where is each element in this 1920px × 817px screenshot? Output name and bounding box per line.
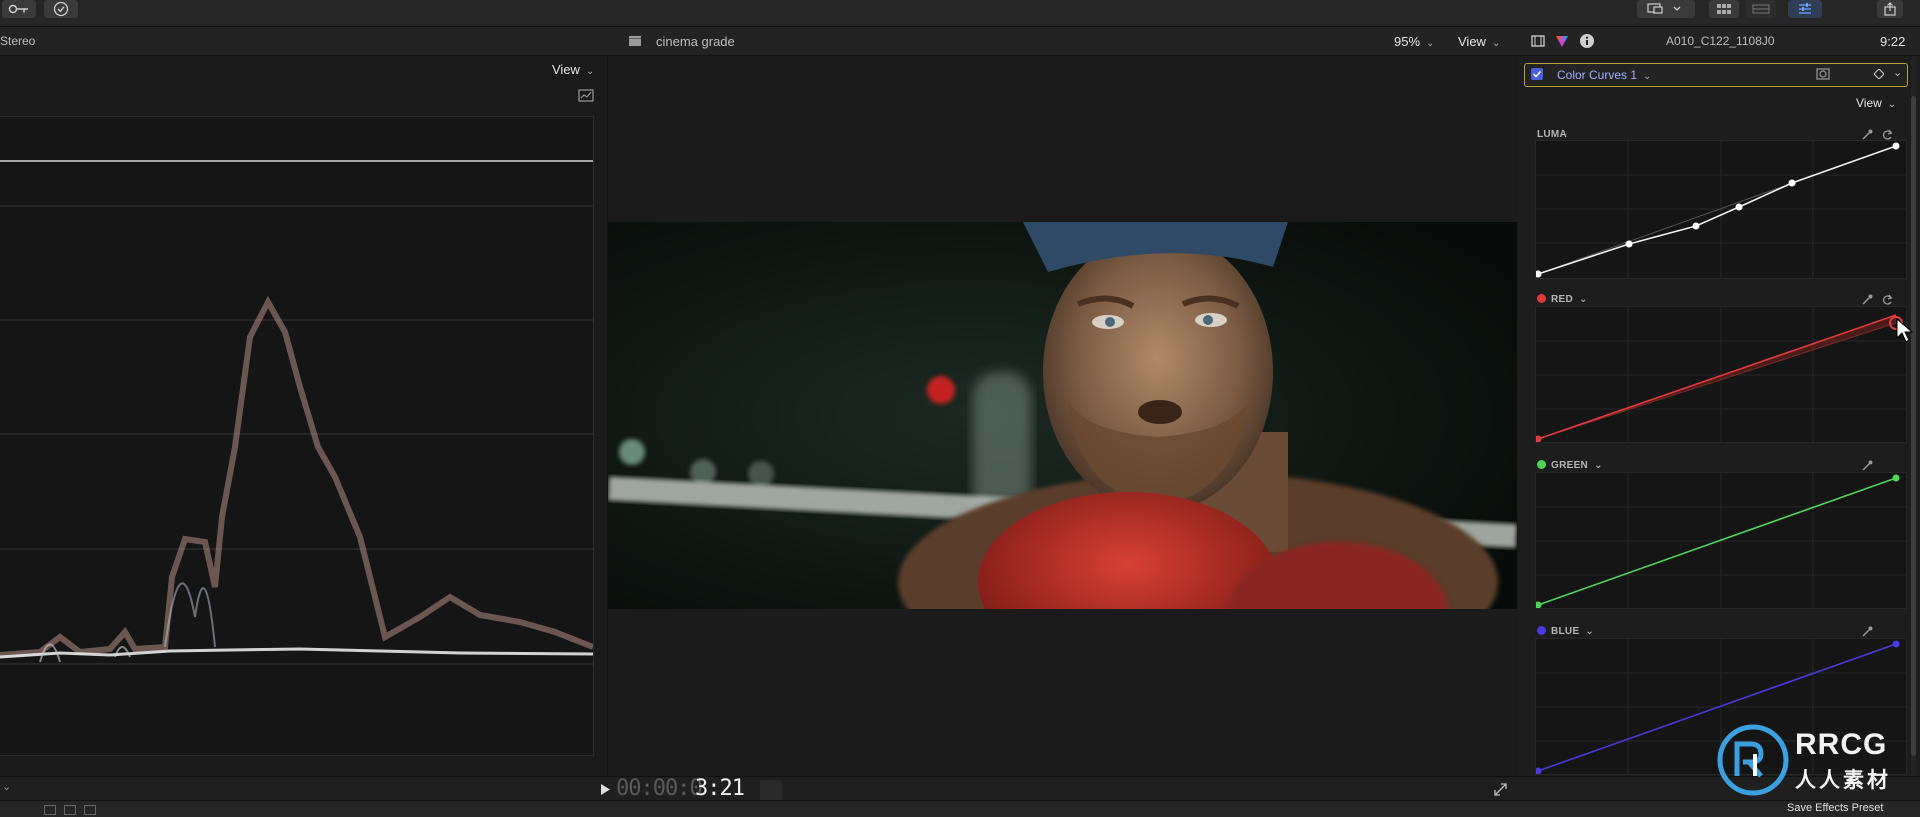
watermark-brand-cn: 人人素材	[1795, 769, 1891, 792]
eyedropper-icon[interactable]	[1861, 294, 1873, 306]
luma-curve-graph[interactable]	[1535, 140, 1907, 279]
effect-header[interactable]: Color Curves 1 ⌄ ⌄	[1524, 63, 1908, 87]
viewer-title: cinema grade	[656, 34, 735, 49]
keyword-editor-button[interactable]	[2, 0, 36, 18]
playhead-indicator	[760, 780, 782, 800]
eyedropper-icon[interactable]	[1861, 460, 1873, 472]
play-icon[interactable]	[600, 784, 610, 795]
scopes-view-menu[interactable]: View ⌄	[552, 62, 594, 77]
waveform-scope	[0, 116, 594, 756]
effect-enable-checkbox[interactable]	[1531, 68, 1543, 80]
fullscreen-icon[interactable]	[1494, 783, 1507, 796]
effect-name-menu[interactable]: Color Curves 1 ⌄	[1557, 68, 1651, 82]
green-curve	[1536, 473, 1906, 608]
browser-toggle-button[interactable]	[1709, 0, 1739, 18]
panel-header-row: Stereo cinema grade 95% ⌄ View ⌄ A010_C122…	[0, 27, 1920, 56]
watermark-brand: RRCG	[1795, 728, 1888, 761]
share-icon	[1884, 2, 1896, 16]
red-curve	[1536, 307, 1906, 442]
mask-icon[interactable]	[1816, 68, 1830, 80]
red-curve-graph[interactable]	[1535, 306, 1907, 443]
inspector-scrollbar[interactable]	[1911, 56, 1916, 776]
clip-duration: 9:22	[1880, 34, 1906, 49]
mouse-cursor-icon	[1896, 318, 1914, 343]
checkmark-icon	[1532, 70, 1542, 78]
blue-curve-menu[interactable]: BLUE ⌄	[1537, 626, 1594, 637]
watermark-logo: RRCG 人人素材	[1715, 720, 1920, 796]
chevron-down-icon[interactable]: ⌄	[1893, 66, 1902, 79]
inspector-view-menu[interactable]: View ⌄	[1856, 96, 1896, 110]
inspector-toggle-button[interactable]	[1788, 0, 1822, 18]
luma-curve	[1536, 141, 1906, 278]
viewer-display-button[interactable]	[1637, 0, 1695, 18]
waveform-display	[0, 160, 593, 665]
viewer-view-menu[interactable]: View ⌄	[1458, 34, 1500, 49]
red-swatch-icon	[1537, 294, 1546, 303]
checkmark-circle-icon	[53, 1, 69, 17]
reset-icon[interactable]	[1882, 294, 1894, 306]
green-curve-menu[interactable]: GREEN ⌄	[1537, 460, 1603, 471]
display-icon	[1647, 3, 1681, 14]
scope-settings-icon[interactable]	[578, 89, 594, 102]
audio-channel-label: Stereo	[0, 34, 36, 48]
save-effects-preset-button[interactable]: Save Effects Preset	[1787, 802, 1883, 814]
share-button[interactable]	[1877, 0, 1903, 18]
zoom-menu[interactable]: 95% ⌄	[1394, 34, 1434, 49]
boxer-photo	[608, 222, 1517, 609]
timeline-icon	[1752, 4, 1770, 14]
clapper-icon	[629, 36, 641, 46]
background-tasks-button[interactable]	[44, 0, 78, 18]
timeline-toggle-button[interactable]	[1746, 0, 1776, 18]
luma-curve-label: LUMA	[1537, 129, 1568, 140]
video-inspector-icon[interactable]	[1531, 34, 1545, 48]
eyedropper-icon[interactable]	[1861, 626, 1873, 638]
blue-swatch-icon	[1537, 626, 1546, 635]
keyframe-diamond-icon[interactable]	[1874, 69, 1884, 79]
info-icon[interactable]	[1579, 33, 1595, 49]
green-swatch-icon	[1537, 460, 1546, 469]
green-curve-graph[interactable]	[1535, 472, 1907, 609]
index-icon[interactable]	[44, 805, 56, 815]
viewer-image[interactable]	[608, 222, 1517, 609]
grid-icon	[1717, 4, 1731, 14]
key-icon	[8, 4, 28, 14]
clip-name: A010_C122_1108J0	[1666, 34, 1775, 48]
edit-icon[interactable]	[84, 805, 96, 815]
rrcg-logo-icon	[1717, 724, 1789, 796]
red-curve-menu[interactable]: RED ⌄	[1537, 294, 1588, 305]
bottom-toolbar: Save Effects Preset	[0, 800, 1920, 817]
top-toolbar	[0, 0, 1920, 27]
viewer-transport-bar: ⌄ 00:00:0 3:21	[0, 776, 1920, 801]
tool-icon[interactable]	[64, 805, 76, 815]
color-inspector-icon[interactable]	[1555, 34, 1569, 48]
chevron-down-icon[interactable]: ⌄	[2, 780, 11, 793]
sliders-icon	[1799, 3, 1811, 14]
